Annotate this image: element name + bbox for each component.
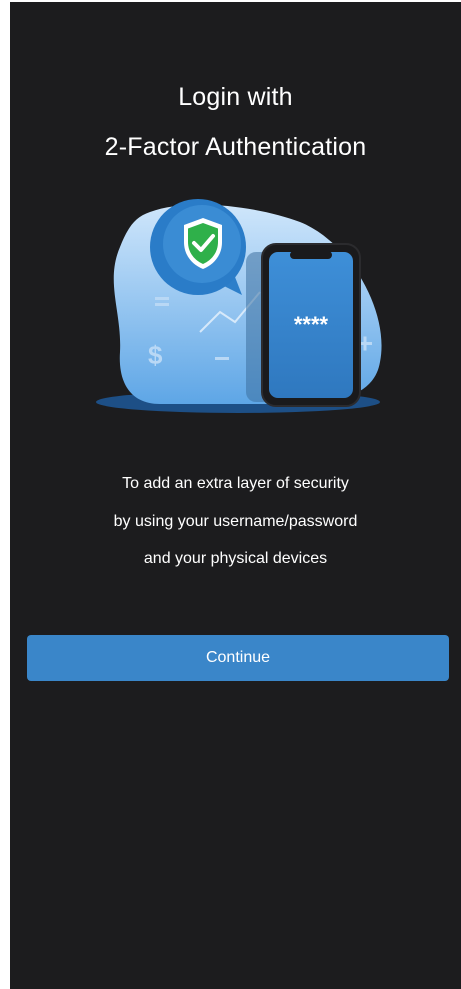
svg-text:$: $ xyxy=(148,340,163,370)
page-title-line1: Login with xyxy=(178,83,293,111)
description-line2: by using your username/password xyxy=(113,513,358,530)
two-factor-illustration: $ **** xyxy=(90,192,390,417)
dollar-icon: $ xyxy=(148,340,163,370)
minus-icon xyxy=(215,357,229,360)
continue-button[interactable]: Continue xyxy=(27,635,449,681)
description-line3: and your physical devices xyxy=(143,550,328,567)
masked-pin-text: **** xyxy=(294,312,329,337)
page-title-line2: 2-Factor Authentication xyxy=(104,133,367,161)
screen: Login with 2-Factor Authentication $ ***… xyxy=(10,2,461,989)
illustration-svg: $ **** xyxy=(96,199,382,413)
description-line1: To add an extra layer of security xyxy=(122,475,349,492)
